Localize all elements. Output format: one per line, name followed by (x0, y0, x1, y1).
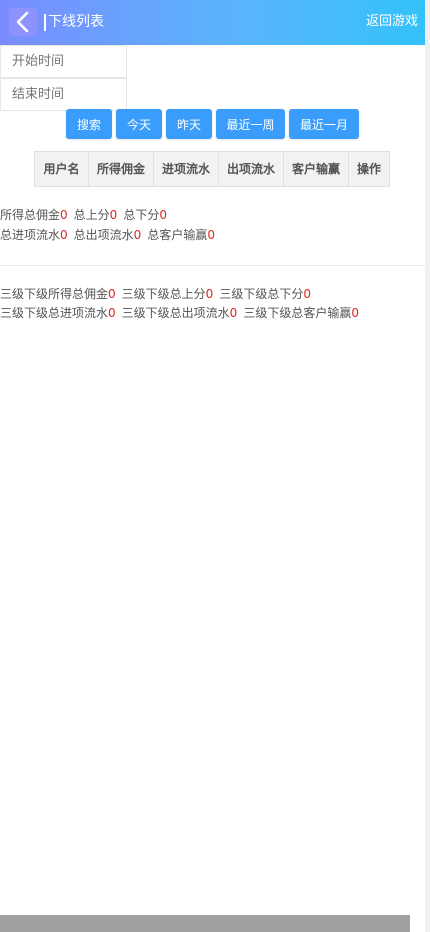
yesterday-button[interactable]: 昨天 (166, 109, 212, 139)
column-header-commission: 所得佣金 (89, 152, 154, 186)
last-week-button[interactable]: 最近一周 (216, 109, 285, 139)
level3-commission-value: 0 (108, 287, 116, 301)
total-winloss-value: 0 (207, 228, 215, 242)
page-title: 下线列表 (48, 14, 104, 30)
search-button[interactable]: 搜索 (66, 109, 112, 139)
total-outflow-label: 总出项流水 (73, 228, 134, 242)
column-header-action: 操作 (356, 162, 381, 176)
filter-button-row: 搜索 今天 昨天 最近一周 最近一月 (66, 109, 363, 139)
column-header-username: 用户名 (35, 152, 89, 186)
chevron-left-icon (16, 11, 29, 33)
column-header-client-winloss: 客户输赢 (284, 152, 349, 186)
total-up-value: 0 (109, 208, 118, 222)
start-time-input[interactable] (0, 45, 127, 78)
summary-line-1: 所得总佣金0 总上分0 总下分0 (0, 205, 167, 225)
return-game-link[interactable]: 返回游戏 (366, 13, 418, 31)
section-divider (0, 265, 425, 266)
summary-line-2: 总进项流水0 总出项流水0 总客户输赢0 (0, 225, 215, 245)
level3-outflow-value: 0 (229, 306, 238, 320)
level3-winloss-value: 0 (351, 306, 359, 320)
end-time-input[interactable] (0, 78, 127, 111)
total-commission-value: 0 (60, 208, 68, 222)
level3-inflow-value: 0 (108, 306, 116, 320)
total-winloss-label: 总客户输赢 (147, 228, 208, 242)
last-month-button[interactable]: 最近一月 (289, 109, 359, 139)
total-up-label: 总上分 (73, 208, 110, 222)
total-outflow-value: 0 (133, 228, 142, 242)
table-header: 用户名 所得佣金 进项流水 出项流水 客户输赢 操作 (34, 151, 390, 187)
level3-up-label: 三级下级总上分 (121, 287, 206, 301)
level3-winloss-label: 三级下级总客户输赢 (243, 306, 352, 320)
total-down-value: 0 (159, 208, 167, 222)
right-edge-rail (425, 0, 430, 932)
page-title-wrap: 下线列表 (44, 13, 104, 31)
page: 下线列表 返回游戏 搜索 今天 昨天 最近一周 最近一月 用户名 所得佣金 进项… (0, 0, 425, 932)
back-button[interactable] (9, 8, 37, 36)
level3-commission-label: 三级下级所得总佣金 (0, 287, 109, 301)
level3-summary-line-2: 三级下级总进项流水0 三级下级总出项流水0 三级下级总客户输赢0 (0, 303, 359, 323)
total-commission-label: 所得总佣金 (0, 208, 61, 222)
total-inflow-label: 总进项流水 (0, 228, 61, 242)
text-caret (44, 13, 46, 31)
column-header-outflow: 出项流水 (219, 152, 284, 186)
column-header-inflow: 进项流水 (154, 152, 219, 186)
today-button[interactable]: 今天 (116, 109, 162, 139)
level3-down-label: 三级下级总下分 (219, 287, 304, 301)
level3-outflow-label: 三级下级总出项流水 (121, 306, 230, 320)
level3-up-value: 0 (205, 287, 214, 301)
level3-inflow-label: 三级下级总进项流水 (0, 306, 109, 320)
level3-down-value: 0 (303, 287, 311, 301)
total-down-label: 总下分 (123, 208, 160, 222)
top-header: 下线列表 返回游戏 (0, 0, 425, 45)
bottom-scroll-bar (0, 915, 410, 932)
total-inflow-value: 0 (60, 228, 68, 242)
level3-summary-line-1: 三级下级所得总佣金0 三级下级总上分0 三级下级总下分0 (0, 284, 311, 304)
